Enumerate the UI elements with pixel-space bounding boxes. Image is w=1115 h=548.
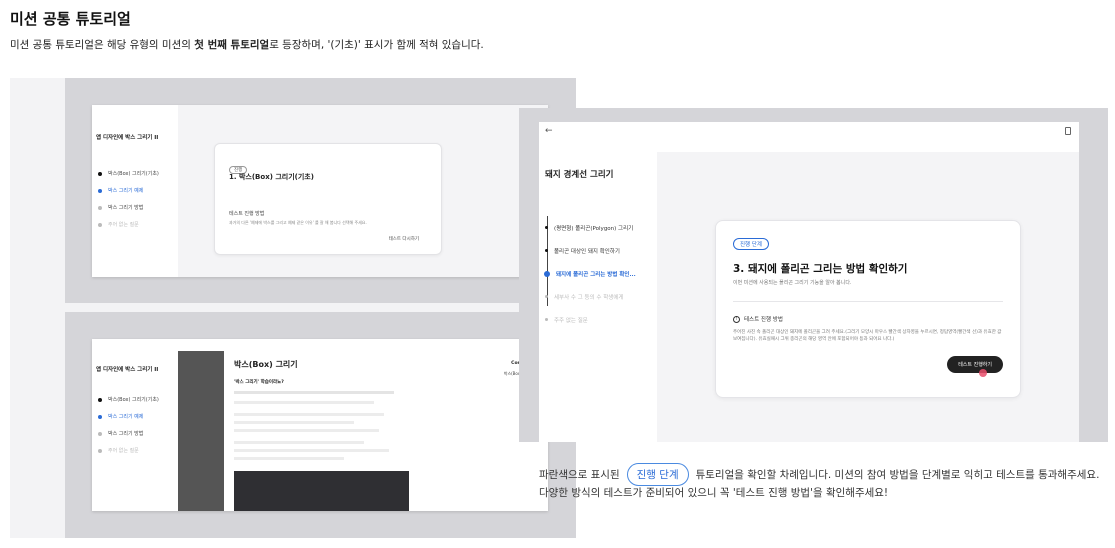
step-item[interactable]: 박스 그리기 방법 <box>98 199 159 216</box>
click-indicator <box>979 369 987 377</box>
info-icon: ! <box>733 315 740 323</box>
step-dot <box>98 171 102 176</box>
step-dot <box>545 318 548 321</box>
card-title: 3. 돼지에 폴리곤 그리는 방법 확인하기 <box>733 263 908 275</box>
card-subtitle: 이번 미션에 사용되는 폴리곤 그리기 기능을 알아 봅니다. <box>733 280 852 286</box>
step-dot <box>98 431 102 436</box>
back-arrow-icon[interactable]: ← <box>545 126 553 136</box>
step-dot <box>545 226 548 229</box>
step-item[interactable]: (평면형) 폴리곤(Polygon) 그리기 <box>545 216 636 239</box>
page-title: 미션 공통 튜토리얼 <box>10 10 131 28</box>
sidebar-title: 앱 디자인에 박스 그리기 II <box>96 135 159 141</box>
step-dot <box>545 249 548 252</box>
step-item[interactable]: 세부사 수 그 등의 수 학생에게 <box>545 285 636 308</box>
caption-line-1: 파란색으로 표시된 진행 단계 튜토리얼을 확인할 차례입니다. 미션의 참여 … <box>539 463 1099 486</box>
bookmark-icon[interactable] <box>1065 127 1071 135</box>
progress-step-pill: 진행 단계 <box>626 463 689 486</box>
main-area: 진행 1. 박스(Box) 그리기(기초) 테스트 진행 방법 과거의 다른 '… <box>178 105 548 277</box>
page-subtitle: 미션 공통 튜토리얼은 해당 유형의 미션의 첫 번째 튜토리얼로 등장하며, … <box>10 39 484 51</box>
step-item[interactable]: 주주 없는 질문 <box>545 308 636 331</box>
step-list: (평면형) 폴리곤(Polygon) 그리기 폴리곤 대상인 돼지 확인하기 돼… <box>544 216 636 331</box>
step-item[interactable]: 박스(Box) 그리기(기초) <box>98 391 159 408</box>
tutorial-card: 진행 단계 3. 돼지에 폴리곤 그리는 방법 확인하기 이번 미션에 사용되는… <box>715 220 1021 398</box>
start-test-button[interactable]: 테스트 진행하기 <box>947 356 1003 373</box>
step-item[interactable]: 박스 그리기 예제 <box>98 408 159 425</box>
progress-step-badge: 진행 단계 <box>733 238 769 250</box>
app-window: ← 돼지 경계선 그리기 (평면형) 폴리곤(Polygon) 그리기 폴리곤 … <box>539 122 1079 442</box>
main-area: 진행 단계 3. 돼지에 폴리곤 그리는 방법 확인하기 이번 미션에 사용되는… <box>657 152 1079 442</box>
step-item[interactable]: 박스(Box) 그리기(기초) <box>98 165 159 182</box>
sidebar-title: 앱 디자인에 박스 그리기 II <box>96 367 159 373</box>
step-dot <box>98 222 102 227</box>
app-window: ← 앱 디자인에 박스 그리기 II 박스(Box) 그리기(기초) 박스 그리… <box>92 105 548 277</box>
document-area: 박스(Box) 그리기 '박스 그리기' 학습이라뇨? Contents 박스(… <box>224 351 548 511</box>
test-method-heading: ! 테스트 진행 방법 <box>733 315 783 323</box>
step-item-active[interactable]: 돼지에 폴리곤 그리는 방법 확인... <box>544 262 636 285</box>
test-method-desc: 과거의 다른 '예제에 박스를 그리고 예제 같은 이유' 를 잘 해 봅니다 … <box>229 220 367 225</box>
sidebar-title: 돼지 경계선 그리기 <box>545 170 614 180</box>
sidebar: 앱 디자인에 박스 그리기 II 박스(Box) 그리기(기초) 박스 그리기 … <box>92 105 178 277</box>
step-dot <box>98 414 102 419</box>
step-dot <box>98 205 102 210</box>
step-item[interactable]: 박스 그리기 방법 <box>98 425 159 442</box>
step-item[interactable]: 주어 없는 질문 <box>98 442 159 459</box>
divider <box>733 301 1003 302</box>
subtitle-emphasis: 첫 번째 튜토리얼 <box>194 39 270 51</box>
app-window: ← 앱 디자인에 박스 그리기 II 박스(Box) 그리기(기초) 박스 그리… <box>92 339 548 511</box>
step-item[interactable]: 폴리곤 대상인 돼지 확인하기 <box>545 239 636 262</box>
step-dot <box>545 295 548 298</box>
step-dot <box>98 397 102 402</box>
screenshot-tutorial-doc: ← 앱 디자인에 박스 그리기 II 박스(Box) 그리기(기초) 박스 그리… <box>65 312 576 538</box>
step-item[interactable]: 주어 없는 질문 <box>98 216 159 233</box>
doc-title: 박스(Box) 그리기 <box>234 360 298 369</box>
step-list: 박스(Box) 그리기(기초) 박스 그리기 예제 박스 그리기 방법 주어 없… <box>98 165 159 233</box>
left-screenshots-panel: ← 앱 디자인에 박스 그리기 II 박스(Box) 그리기(기초) 박스 그리… <box>10 78 576 538</box>
example-image <box>234 471 409 511</box>
card-title: 1. 박스(Box) 그리기(기초) <box>229 173 314 181</box>
test-method-label: 테스트 진행 방법 <box>229 211 265 217</box>
step-item[interactable]: 박스 그리기 예제 <box>98 182 159 199</box>
test-method-desc: 주어진 사진 속 폴리곤 대상인 돼지에 폴리곤을 그려 주세요.(그리기 모양… <box>733 330 1002 342</box>
right-screenshot-panel: ← 돼지 경계선 그리기 (평면형) 폴리곤(Polygon) 그리기 폴리곤 … <box>519 108 1108 442</box>
doc-question: '박스 그리기' 학습이라뇨? <box>234 380 284 385</box>
caption-line-2: 다양한 방식의 테스트가 준비되어 있으니 꼭 '테스트 진행 방법'을 확인해… <box>539 487 889 499</box>
sidebar: 앱 디자인에 박스 그리기 II 박스(Box) 그리기(기초) 박스 그리기 … <box>92 339 178 511</box>
screenshot-tutorial-basic: ← 앱 디자인에 박스 그리기 II 박스(Box) 그리기(기초) 박스 그리… <box>65 78 576 303</box>
sidebar: 돼지 경계선 그리기 (평면형) 폴리곤(Polygon) 그리기 폴리곤 대상… <box>539 152 657 442</box>
step-list: 박스(Box) 그리기(기초) 박스 그리기 예제 박스 그리기 방법 주어 없… <box>98 391 159 459</box>
step-dot <box>98 448 102 453</box>
top-bar: ← <box>539 122 1079 142</box>
retry-test-link[interactable]: 테스트 다시하기 <box>389 236 419 242</box>
step-dot <box>98 188 102 193</box>
step-dot-active <box>544 270 550 277</box>
dark-toolbar <box>178 351 224 511</box>
tutorial-card: 진행 1. 박스(Box) 그리기(기초) 테스트 진행 방법 과거의 다른 '… <box>214 143 442 255</box>
